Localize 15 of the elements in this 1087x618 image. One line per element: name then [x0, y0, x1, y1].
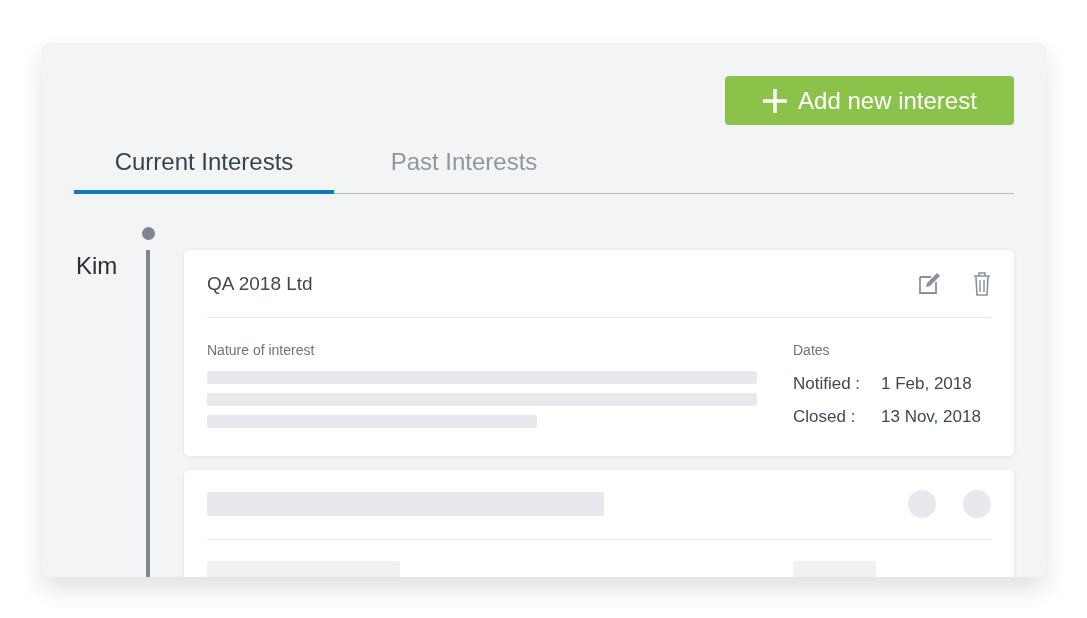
date-label: Closed :: [793, 406, 857, 428]
trash-icon[interactable]: [973, 272, 991, 297]
tab[interactable]: Past Interests: [334, 133, 594, 194]
date-label: Notified :: [793, 372, 862, 395]
tab[interactable]: Current Interests: [74, 133, 334, 194]
edit-icon[interactable]: [917, 272, 941, 297]
add-interest-button[interactable]: Add new interest: [725, 76, 1014, 125]
plus-icon: [762, 87, 789, 114]
timeline-dot: [142, 227, 155, 240]
date-value: 13 Nov, 2018: [881, 406, 981, 428]
interest-title: QA 2018 Ltd: [207, 272, 314, 296]
field-label: Nature of interest: [207, 340, 316, 360]
date-value: 1 Feb, 2018: [881, 372, 972, 395]
field-label: Dates: [793, 340, 831, 360]
person-name: Kim: [76, 251, 118, 281]
